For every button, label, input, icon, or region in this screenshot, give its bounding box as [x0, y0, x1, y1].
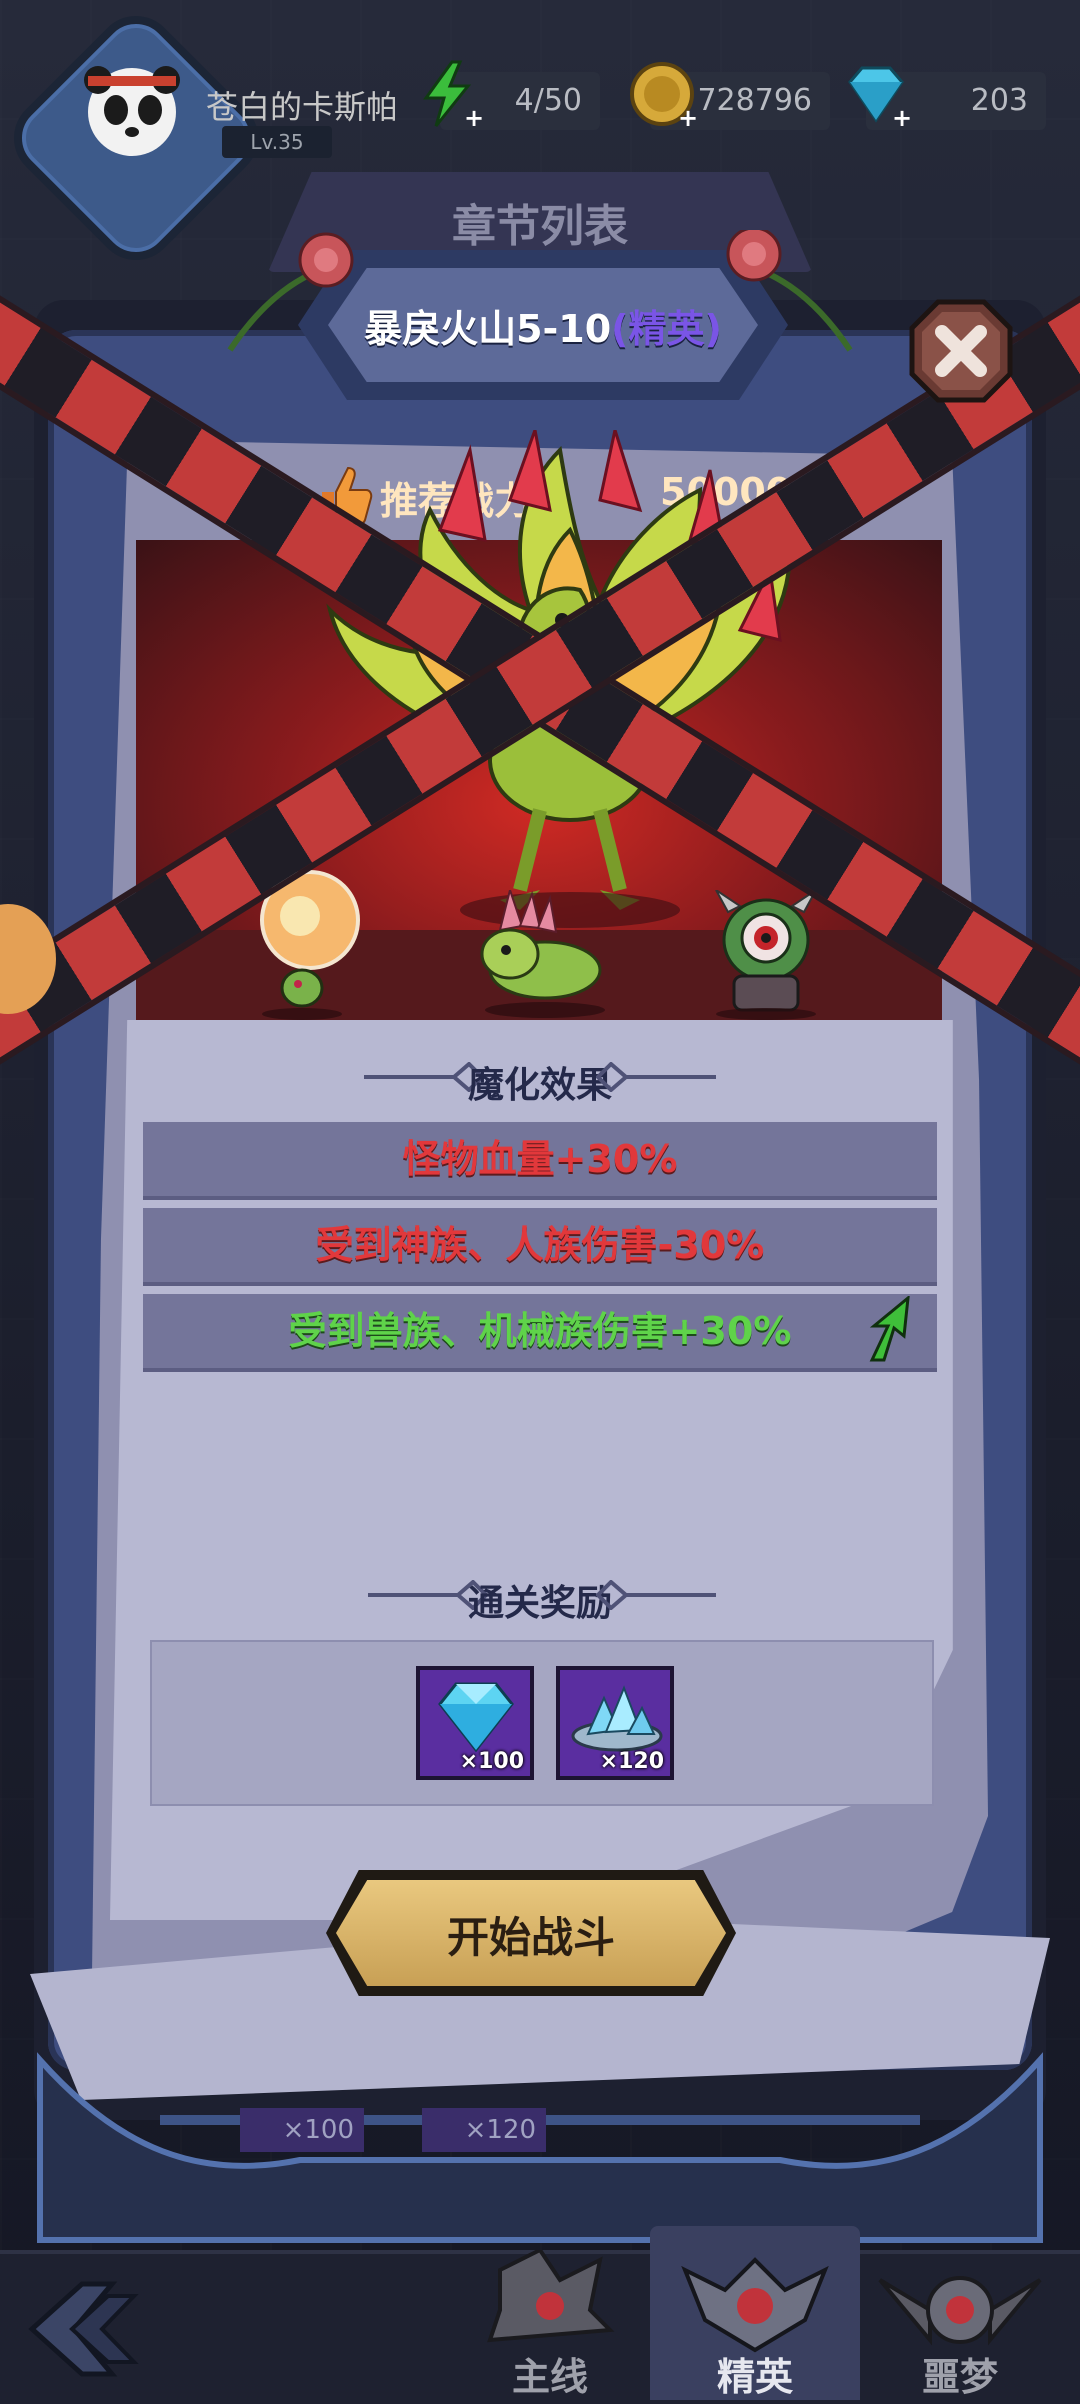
section-divider-right-icon [596, 1062, 716, 1092]
svg-text:+: + [892, 104, 912, 130]
gold-coin-icon[interactable]: + [626, 58, 698, 130]
skull-monster-icon [487, 2250, 615, 2343]
top-status-bar: 苍白的卡斯帕 Lv.35 4/50 + 728796 + 203 + [0, 0, 1080, 277]
winged-eye-icon [878, 2276, 1042, 2346]
svg-text:+: + [678, 104, 698, 130]
reward-item-diamond[interactable]: ×100 [416, 1666, 534, 1780]
spiky-lizard-minion-icon [480, 890, 605, 1018]
tab-elite[interactable]: 精英 [655, 2250, 855, 2400]
tab-label: 精英 [716, 2355, 793, 2399]
reward-count: ×100 [459, 1749, 524, 1774]
tab-label: 主线 [511, 2355, 588, 2399]
effect-row: 受到神族、人族伤害-30% [143, 1208, 937, 1286]
section-divider-right-icon [596, 1580, 716, 1610]
horned-demon-icon [681, 2257, 829, 2353]
energy-bolt-icon[interactable]: + [412, 58, 484, 130]
diamond-icon [438, 1682, 514, 1753]
buff-up-arrow-icon [869, 1296, 910, 1362]
stage-difficulty-tag: (精英) [611, 307, 722, 351]
tab-nightmare[interactable]: 噩梦 [860, 2250, 1060, 2400]
effect-row: 怪物血量+30% [143, 1122, 937, 1200]
start-button-label: 开始战斗 [446, 1913, 615, 1962]
back-arrow-icon[interactable] [22, 2274, 152, 2384]
background-reward-count: ×100 [240, 2108, 364, 2152]
close-button[interactable] [906, 296, 1016, 406]
cyclops-ogre-minion-icon [715, 890, 817, 1020]
player-level: Lv.35 [222, 126, 332, 158]
stage-title: 暴戾火山5-10(精英) [298, 298, 788, 353]
reward-box [150, 1640, 934, 1806]
start-battle-button[interactable]: 开始战斗 [326, 1870, 736, 1996]
stage-name: 暴戾火山5-10 [364, 307, 612, 351]
player-name: 苍白的卡斯帕 [206, 88, 399, 126]
reward-item-crystal[interactable]: ×120 [556, 1666, 674, 1780]
tab-main-story[interactable]: 主线 [450, 2250, 650, 2400]
effect-row: 受到兽族、机械族伤害+30% [143, 1294, 937, 1372]
reward-count: ×120 [599, 1749, 664, 1774]
tab-label: 噩梦 [921, 2355, 998, 2399]
background-reward-count: ×120 [422, 2108, 546, 2152]
blue-diamond-icon[interactable]: + [840, 58, 912, 130]
crystal-pile-icon [571, 1685, 663, 1752]
svg-text:+: + [464, 104, 484, 130]
panda-avatar-icon[interactable] [72, 50, 192, 170]
